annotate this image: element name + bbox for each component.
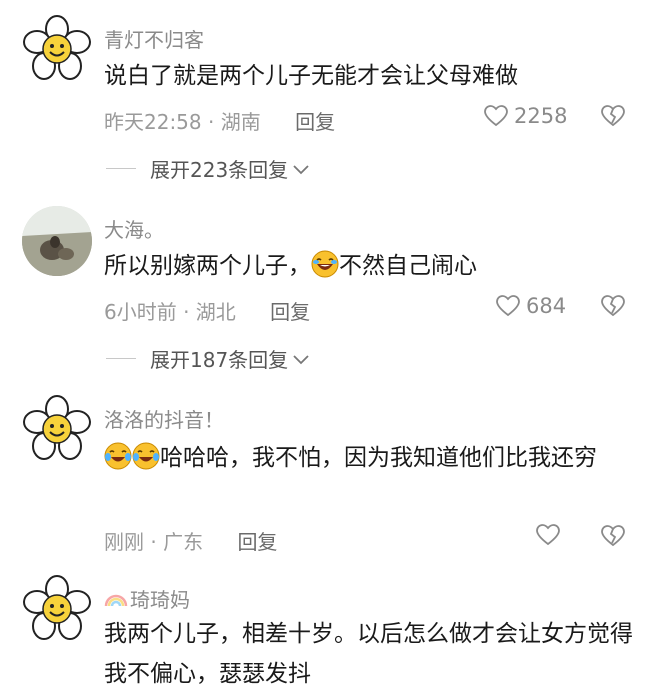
reply-button[interactable]: 回复 — [270, 300, 310, 324]
broken-heart-icon — [601, 295, 625, 317]
comment-text: 哈哈哈，我不怕，因为我知道他们比我还穷 — [104, 438, 624, 478]
chevron-down-icon — [293, 354, 309, 364]
comment-time-location: 6小时前 · 湖北 — [104, 300, 236, 324]
like-button[interactable] — [536, 524, 566, 546]
expand-replies-button[interactable]: 展开187条回复 — [106, 344, 310, 373]
comment-text-part: 哈哈哈，我不怕，因为我知道他们比我还穷 — [160, 445, 597, 471]
comment-text-part: 不然自己闹心 — [339, 253, 477, 279]
like-count: 2258 — [514, 104, 568, 128]
tears-of-joy-emoji-icon — [104, 442, 132, 470]
heart-outline-icon — [484, 105, 508, 127]
heart-outline-icon — [536, 524, 560, 546]
dislike-button[interactable] — [600, 104, 626, 132]
broken-heart-icon — [601, 105, 625, 127]
like-count: 684 — [526, 294, 567, 318]
avatar[interactable] — [22, 206, 92, 276]
comment-time-location: 昨天22:58 · 湖南 — [104, 110, 261, 134]
like-button[interactable]: 684 — [496, 294, 566, 318]
comment-meta: 刚刚 · 广东 回复 — [104, 526, 277, 555]
like-button[interactable]: 2258 — [484, 104, 567, 128]
dislike-button[interactable] — [600, 524, 626, 552]
broken-heart-icon — [601, 525, 625, 547]
laughing-emoji-icon — [311, 250, 339, 278]
username[interactable]: 琦琦妈 — [104, 584, 190, 613]
tears-of-joy-emoji-icon — [132, 442, 160, 470]
divider-line — [106, 358, 136, 359]
username[interactable]: 青灯不归客 — [104, 24, 204, 53]
flower-avatar-icon — [23, 15, 91, 80]
username[interactable]: 大海。 — [104, 214, 164, 243]
divider-line — [106, 168, 136, 169]
avatar[interactable] — [22, 394, 92, 464]
rainbow-icon — [104, 594, 128, 606]
photo-avatar-icon — [22, 206, 92, 276]
flower-avatar-icon — [23, 395, 91, 460]
comment-text: 说白了就是两个儿子无能才会让父母难做 — [104, 63, 518, 89]
username-label: 琦琦妈 — [130, 588, 190, 612]
dislike-button[interactable] — [600, 294, 626, 322]
username[interactable]: 洛洛的抖音！ — [104, 404, 224, 433]
avatar[interactable] — [22, 574, 92, 644]
comment-time-location: 刚刚 · 广东 — [104, 530, 204, 554]
comment-meta: 6小时前 · 湖北 回复 — [104, 296, 310, 325]
expand-replies-label: 展开187条回复 — [150, 348, 289, 372]
expand-replies-button[interactable]: 展开223条回复 — [106, 154, 310, 183]
flower-avatar-icon — [23, 575, 91, 640]
comment-text: 我两个儿子，相差十岁。以后怎么做才会让女方觉得我不偏心，瑟瑟发抖 — [104, 621, 633, 687]
expand-replies-label: 展开223条回复 — [150, 158, 289, 182]
avatar[interactable] — [22, 14, 92, 84]
comment-text-part: 所以别嫁两个儿子， — [104, 253, 311, 279]
reply-button[interactable]: 回复 — [237, 530, 277, 554]
comment-text: 所以别嫁两个儿子， 不然自己闹心 — [104, 246, 644, 286]
reply-button[interactable]: 回复 — [295, 110, 335, 134]
heart-outline-icon — [496, 295, 520, 317]
chevron-down-icon — [293, 164, 309, 174]
comment-meta: 昨天22:58 · 湖南 回复 — [104, 106, 335, 135]
